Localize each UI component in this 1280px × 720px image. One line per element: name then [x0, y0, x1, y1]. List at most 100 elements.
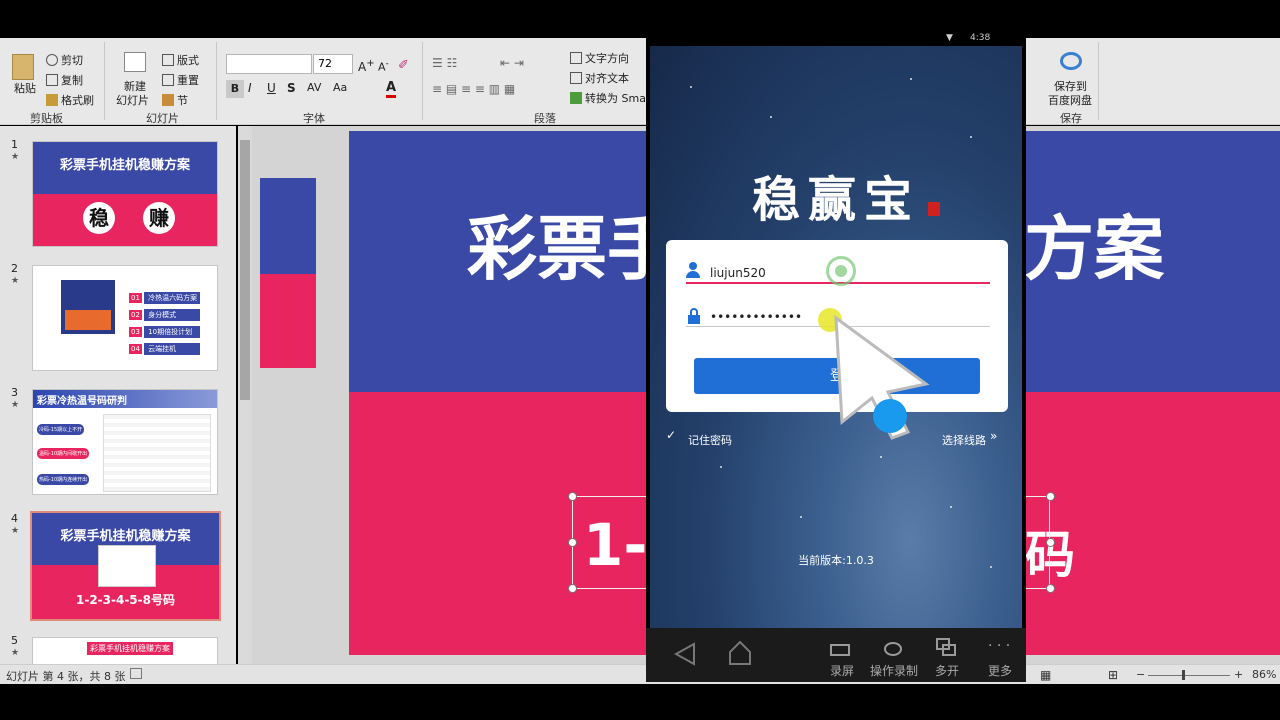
- mini-slide-preview: [260, 178, 316, 368]
- font-group-label: 字体: [303, 112, 325, 125]
- record-label[interactable]: 录屏: [830, 662, 854, 679]
- case-icon[interactable]: Aa: [333, 81, 347, 94]
- slide-title-right[interactable]: 方案: [1024, 193, 1164, 294]
- thumb-pink-band: [33, 194, 217, 246]
- star: [720, 466, 722, 468]
- bold-button[interactable]: B: [226, 80, 244, 98]
- macro-record-icon[interactable]: [884, 642, 902, 656]
- layout-icon: [162, 54, 174, 66]
- resize-handle[interactable]: [568, 584, 577, 593]
- resize-handle[interactable]: [568, 538, 577, 547]
- resize-handle[interactable]: [568, 492, 577, 501]
- zoom-out-icon[interactable]: −: [1136, 668, 1145, 681]
- text-direction-icon: [570, 52, 582, 64]
- username-field[interactable]: liujun520: [710, 266, 766, 280]
- font-size-select[interactable]: 72: [313, 54, 353, 74]
- indent-icon[interactable]: ⇤ ⇥: [500, 56, 524, 70]
- password-field[interactable]: •••••••••••••: [710, 310, 802, 324]
- spellcheck-icon[interactable]: [130, 668, 142, 679]
- slide-thumbnail-4-selected[interactable]: 彩票手机挂机稳赚方案 1-2-3-4-5-8号码: [30, 511, 221, 621]
- baidu-cloud-icon[interactable]: [1060, 52, 1082, 70]
- animation-star-icon: ★: [11, 648, 20, 658]
- screen-record-icon[interactable]: [830, 644, 850, 656]
- divider: [216, 42, 217, 120]
- reading-view-icon[interactable]: ⊞: [1108, 668, 1118, 682]
- zoom-slider[interactable]: [1148, 675, 1230, 676]
- animation-star-icon: ★: [11, 526, 20, 536]
- thumb-item-list: 01 冷热温六码方案 02 身分模式 03 10期倍投计划 04 云端挂机: [129, 292, 201, 360]
- star: [690, 86, 692, 88]
- bullets-icon[interactable]: ☰ ☷: [432, 56, 457, 70]
- thumb-tag: 热码-10期内连续开出: [37, 474, 90, 485]
- slide-sorter-icon[interactable]: ▦: [1040, 668, 1051, 682]
- phone-status-bar: ▼ 4:38: [646, 33, 1026, 46]
- zoom-slider-thumb[interactable]: [1182, 670, 1185, 680]
- check-circle-icon[interactable]: ✓: [666, 428, 676, 442]
- copy-button[interactable]: 复制: [46, 72, 83, 88]
- more-label[interactable]: 更多: [988, 662, 1012, 679]
- thumb-title: 彩票手机挂机稳赚方案: [59, 158, 190, 173]
- italic-button[interactable]: I: [248, 81, 252, 95]
- thumbnail-scrollbar[interactable]: [238, 126, 252, 664]
- align-icons[interactable]: ≡ ▤ ≡ ≡ ▥ ▦: [432, 82, 515, 96]
- resize-handle[interactable]: [1046, 492, 1055, 501]
- slide-thumbnail-2[interactable]: 01 冷热温六码方案 02 身分模式 03 10期倍投计划 04 云端挂机: [32, 265, 218, 371]
- select-route-link[interactable]: 选择线路: [942, 432, 986, 448]
- resize-handle[interactable]: [1046, 584, 1055, 593]
- mouse-cursor-icon: [834, 314, 930, 440]
- more-dots-icon[interactable]: · · ·: [988, 638, 1010, 654]
- zoom-in-icon[interactable]: +: [1234, 668, 1243, 681]
- brush-icon: [46, 94, 58, 106]
- animation-star-icon: ★: [11, 400, 20, 410]
- copy-icon: [46, 74, 58, 86]
- thumb-number-grid: [103, 414, 211, 492]
- section-button[interactable]: 节: [162, 92, 188, 108]
- font-family-select[interactable]: [226, 54, 312, 74]
- format-painter-button[interactable]: 格式刷: [46, 92, 94, 108]
- macro-label[interactable]: 操作录制: [870, 662, 918, 679]
- text-direction-button[interactable]: 文字方向: [570, 50, 629, 66]
- layout-button[interactable]: 版式: [162, 52, 199, 68]
- convert-smartart-button[interactable]: 转换为 Smart: [570, 90, 655, 106]
- remember-password[interactable]: 记住密码: [688, 432, 732, 448]
- thumb-title: 彩票手机挂机稳赚方案: [60, 529, 191, 544]
- new-slide-button-line2[interactable]: 幻灯片: [116, 92, 149, 108]
- slides-group-label: 幻灯片: [146, 112, 179, 125]
- spacing-icon[interactable]: AV: [307, 81, 321, 94]
- reset-icon: [162, 74, 174, 86]
- resize-handle[interactable]: [1046, 538, 1055, 547]
- animation-star-icon: ★: [11, 276, 20, 286]
- scrollbar-thumb[interactable]: [240, 140, 250, 400]
- cut-button[interactable]: 剪切: [46, 52, 83, 68]
- new-slide-icon[interactable]: [124, 52, 146, 72]
- grow-font-icon[interactable]: A+: [358, 58, 375, 74]
- paste-button[interactable]: 粘贴: [14, 80, 36, 96]
- font-color-icon[interactable]: A: [386, 80, 397, 98]
- status-bar: 幻灯片 第 4 张，共 8 张 ▦ ⊞ − + 86%: [0, 664, 1280, 684]
- star: [770, 116, 772, 118]
- baidu-disk-label[interactable]: 百度网盘: [1048, 92, 1092, 108]
- align-text-button[interactable]: 对齐文本: [570, 70, 629, 86]
- zoom-level[interactable]: 86%: [1252, 668, 1276, 681]
- strike-button[interactable]: S: [287, 81, 296, 95]
- double-chevron-icon[interactable]: »: [990, 429, 997, 443]
- app-login-screen: 稳赢宝 liujun520 ••••••••••••• 登 ✓ 记住密码 选择线…: [650, 46, 1022, 628]
- slide-thumbnail-5[interactable]: 彩票手机挂机稳赚方案: [32, 637, 218, 667]
- thumb-number: 3: [11, 386, 18, 399]
- thumb-number: 4: [11, 512, 18, 525]
- paste-icon[interactable]: [12, 54, 34, 80]
- thumb-tag: 温码-10期内间歇开出: [37, 448, 90, 459]
- back-icon[interactable]: [674, 642, 696, 666]
- slide-thumbnail-3[interactable]: 彩票冷热温号码研判 冷码-15期以上不开 温码-10期内间歇开出 热码-10期内…: [32, 389, 218, 495]
- multi-label[interactable]: 多开: [935, 662, 959, 679]
- section-icon: [162, 94, 174, 106]
- reset-button[interactable]: 重置: [162, 72, 199, 88]
- paragraph-group-label: 段落: [534, 112, 556, 125]
- slide-thumbnail-1[interactable]: 彩票手机挂机稳赚方案 稳 赚: [32, 141, 218, 247]
- list-item: 03 10期倍投计划: [129, 326, 201, 343]
- home-icon[interactable]: [728, 640, 752, 666]
- thumb-number: 1: [11, 138, 18, 151]
- shrink-font-icon[interactable]: A-: [378, 58, 389, 74]
- clear-format-icon[interactable]: ✐: [398, 58, 409, 73]
- underline-button[interactable]: U: [267, 81, 276, 95]
